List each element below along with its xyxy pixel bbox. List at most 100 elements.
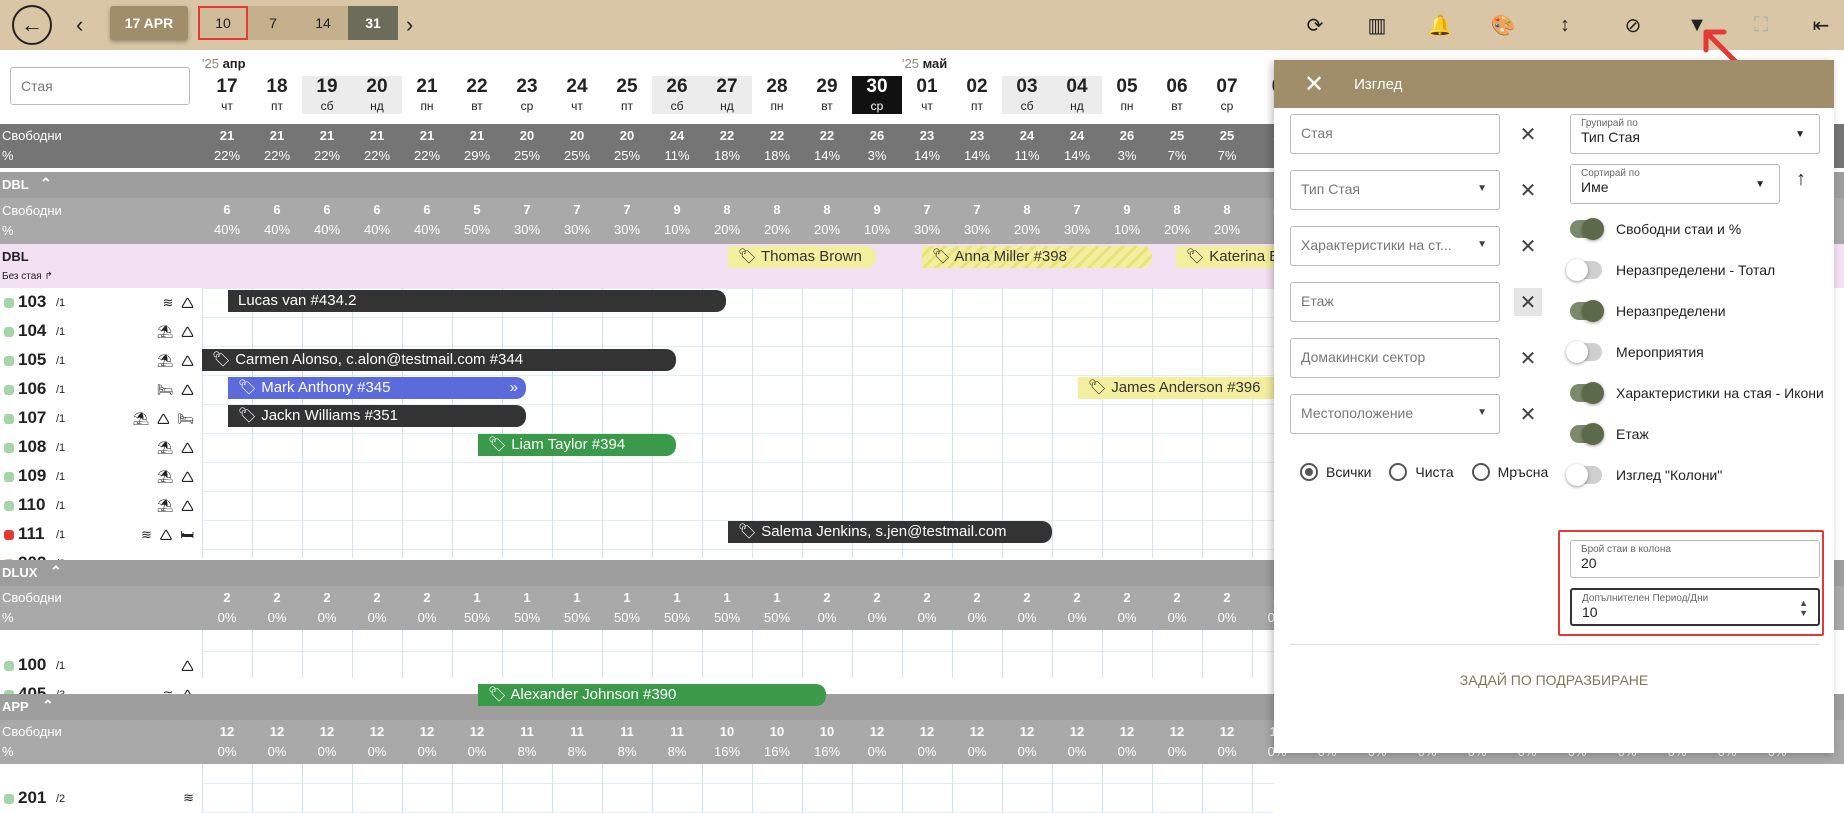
location-select[interactable]: Местоположение ▼	[1290, 394, 1500, 434]
day-header[interactable]: 01 чт	[902, 76, 952, 114]
toggle-unassigned[interactable]: Неразпределени	[1570, 299, 1726, 323]
refresh-icon[interactable]: ⟳	[1300, 10, 1330, 40]
room-row[interactable]: 108/1 ⛱ 🛆	[0, 433, 202, 462]
day-header[interactable]: 06 вт	[1152, 76, 1202, 114]
day-header[interactable]: 21 пн	[402, 76, 452, 114]
chevron-up-icon[interactable]: ⌃	[40, 175, 52, 192]
toggle-column-view[interactable]: Изглед "Колони"	[1566, 463, 1722, 487]
day-header[interactable]: 29 вт	[802, 76, 852, 114]
export-icon[interactable]: ⇤	[1806, 10, 1836, 40]
booking-bar[interactable]: 🏷 Mark Anthony #345»	[228, 377, 526, 399]
back-arrow-icon[interactable]: ←	[12, 5, 52, 45]
room-row[interactable]: 107/1 ⛱ 🛆 🛏	[0, 404, 202, 433]
range-31-button[interactable]: 31	[348, 6, 398, 40]
filter-off-icon[interactable]: ⊘	[1618, 10, 1648, 40]
day-header[interactable]: 28 пн	[752, 76, 802, 114]
group-by-select[interactable]: Групирай по Тип Стая ▼	[1570, 114, 1820, 154]
radio-clean[interactable]	[1389, 463, 1408, 481]
bell-add-icon[interactable]: 🔔	[1425, 10, 1455, 40]
toggle-room-icons[interactable]: Характеристики на стая - Икони	[1570, 381, 1824, 405]
room-row[interactable]: 111/1 ≋ 🛆 🛏	[0, 520, 202, 549]
booking-bar[interactable]: 🏷 Katerina B	[1176, 246, 1274, 268]
close-icon[interactable]: ✕	[1304, 70, 1324, 99]
day-header[interactable]: 19 сб	[302, 76, 352, 114]
toggle-free-rooms[interactable]: Свободни стаи и %	[1570, 217, 1741, 241]
booking-bar[interactable]: 🏷 Salema Jenkins, s.jen@testmail.com	[728, 521, 1052, 543]
chevron-up-icon[interactable]: ⌃	[50, 563, 62, 580]
room-row[interactable]: 110/1 ⛱ 🛆	[0, 491, 202, 520]
toggle-unassigned-total[interactable]: Неразпределени - Тотал	[1566, 258, 1775, 282]
chevron-up-icon[interactable]: ⌃	[42, 697, 54, 714]
clear-icon[interactable]: ✕	[1514, 288, 1542, 316]
radio-all[interactable]	[1300, 463, 1318, 481]
booking-bar[interactable]: 🏷 James Anderson #396	[1078, 377, 1274, 399]
booking-bar[interactable]: 🏷 Carmen Alonso, c.alon@testmail.com #34…	[202, 349, 676, 371]
day-header[interactable]: 05 пн	[1102, 76, 1152, 114]
day-header[interactable]: 03 сб	[1002, 76, 1052, 114]
clear-icon[interactable]: ✕	[1514, 344, 1542, 372]
room-type-select[interactable]: Тип Стая ▼	[1290, 170, 1500, 210]
floor-filter-input[interactable]: Етаж	[1290, 282, 1500, 322]
chevron-left-icon[interactable]: ‹	[76, 12, 83, 38]
room-search-input[interactable]: Стая	[10, 67, 190, 105]
day-header[interactable]: 24 чт	[552, 76, 602, 114]
toggle-switch[interactable]	[1570, 382, 1604, 404]
reset-defaults-button[interactable]: ЗАДАЙ ПО ПОДРАЗБИРАНЕ	[1274, 672, 1834, 688]
day-header[interactable]: 18 пт	[252, 76, 302, 114]
room-row[interactable]: 109/1 ⛱ 🛆	[0, 462, 202, 491]
room-row[interactable]: 100/1 🛆	[0, 651, 202, 680]
date-picker-button[interactable]: 17 APR	[110, 6, 188, 40]
day-header[interactable]: 04 нд	[1052, 76, 1102, 114]
room-status-dot	[4, 298, 14, 308]
clear-icon[interactable]: ✕	[1514, 120, 1542, 148]
chevron-right-icon[interactable]: ›	[406, 12, 413, 38]
room-row[interactable]: 201/2 ≋	[0, 784, 202, 813]
toggle-events[interactable]: Мероприятия	[1566, 340, 1704, 364]
clear-icon[interactable]: ✕	[1514, 400, 1542, 428]
day-header[interactable]: 26 сб	[652, 76, 702, 114]
sort-direction-icon[interactable]: ↑	[1796, 168, 1806, 191]
day-header[interactable]: 27 нд	[702, 76, 752, 114]
range-14-button[interactable]: 14	[298, 6, 348, 40]
extra-period-days-input[interactable]: Допълнителен Период/Дни 10 ▲ ▼	[1570, 588, 1820, 626]
booking-bar[interactable]: 🏷 Jackn Williams #351	[228, 405, 526, 427]
range-10-button[interactable]: 10	[198, 6, 248, 40]
day-header[interactable]: 17 чт	[202, 76, 252, 114]
booking-bar[interactable]: 🏷 Anna Miller #398	[922, 246, 1152, 268]
booking-bar[interactable]: 🏷 Alexander Johnson #390	[478, 684, 826, 706]
range-7-button[interactable]: 7	[248, 6, 298, 40]
day-header[interactable]: 23 ср	[502, 76, 552, 114]
clear-icon[interactable]: ✕	[1514, 176, 1542, 204]
room-features-select[interactable]: Характеристики на ст... ▼	[1290, 226, 1500, 266]
toggle-switch[interactable]	[1566, 341, 1602, 363]
day-header[interactable]: 30 ср	[852, 76, 902, 114]
toggle-floor[interactable]: Етаж	[1570, 422, 1649, 446]
toggle-switch[interactable]	[1566, 464, 1602, 486]
palette-icon[interactable]: 🎨	[1488, 10, 1518, 40]
day-header[interactable]: 25 пт	[602, 76, 652, 114]
columns-icon[interactable]: ▥	[1362, 10, 1392, 40]
room-row[interactable]: 104/1 ⛱ 🛆	[0, 317, 202, 346]
clear-icon[interactable]: ✕	[1514, 232, 1542, 260]
day-header[interactable]: 20 нд	[352, 76, 402, 114]
day-header[interactable]: 22 вт	[452, 76, 502, 114]
day-header[interactable]: 02 пт	[952, 76, 1002, 114]
booking-bar[interactable]: 🏷 Liam Taylor #394	[478, 434, 676, 456]
toggle-switch[interactable]	[1570, 423, 1604, 445]
room-row[interactable]: 103/1 ≋ 🛆	[0, 288, 202, 317]
toggle-switch[interactable]	[1570, 218, 1604, 240]
housekeeping-sector-input[interactable]: Домакински сектор	[1290, 338, 1500, 378]
room-row[interactable]: 105/1 ⛱ 🛆	[0, 346, 202, 375]
sort-by-select[interactable]: Сортирай по Име ▼	[1570, 164, 1780, 204]
radio-dirty[interactable]	[1471, 463, 1490, 481]
rooms-per-column-input[interactable]: Брой стаи в колона 20	[1570, 540, 1820, 578]
spinner-icon[interactable]: ▲ ▼	[1799, 598, 1808, 618]
booking-bar[interactable]: 🏷 Thomas Brown	[728, 246, 876, 268]
booking-bar[interactable]: Lucas van #434.2	[228, 290, 726, 312]
room-filter-input[interactable]: Стая	[1290, 114, 1500, 154]
room-row[interactable]: 106/1 🛏 🛆	[0, 375, 202, 404]
toggle-switch[interactable]	[1566, 259, 1602, 281]
vertical-resize-icon[interactable]: ↕	[1550, 10, 1580, 40]
day-header[interactable]: 07 ср	[1202, 76, 1252, 114]
toggle-switch[interactable]	[1570, 300, 1604, 322]
